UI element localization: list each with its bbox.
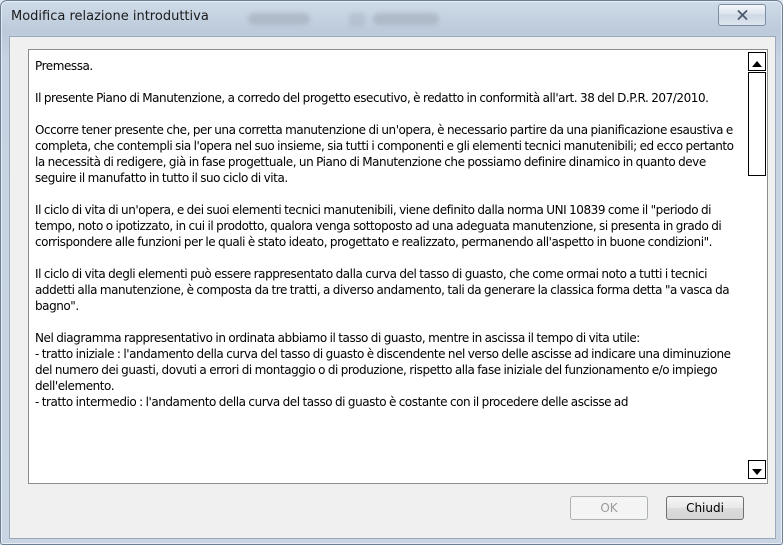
vertical-scrollbar[interactable] <box>747 50 766 483</box>
background-blur <box>248 13 310 25</box>
relazione-text[interactable]: Premessa. Il presente Piano di Manutenzi… <box>35 58 737 410</box>
close-window-button[interactable] <box>718 4 766 26</box>
window-title: Modifica relazione introduttiva <box>11 9 209 24</box>
paragraph: Occorre tener presente che, per una corr… <box>35 123 734 185</box>
scroll-up-button[interactable] <box>748 52 766 71</box>
background-blur <box>349 13 365 27</box>
relazione-textarea[interactable]: Premessa. Il presente Piano di Manutenzi… <box>28 49 768 484</box>
chiudi-button[interactable]: Chiudi <box>666 496 744 520</box>
paragraph: Il presente Piano di Manutenzione, a cor… <box>35 91 709 105</box>
scrollbar-thumb[interactable] <box>748 72 766 176</box>
scroll-down-arrow-icon <box>752 460 762 479</box>
dialog-window: Modifica relazione introduttiva Premessa… <box>0 0 783 545</box>
paragraph: Il ciclo di vita degli elementi può esse… <box>35 267 730 313</box>
close-x-icon <box>737 10 748 20</box>
title-bar[interactable]: Modifica relazione introduttiva <box>1 1 782 35</box>
paragraph: Nel diagramma rappresentativo in ordinat… <box>35 331 731 409</box>
background-blur <box>373 13 439 25</box>
scroll-up-arrow-icon <box>752 52 762 71</box>
scroll-down-button[interactable] <box>748 460 766 479</box>
ok-button[interactable]: OK <box>570 496 648 520</box>
paragraph: Il ciclo di vita di un'opera, e dei suoi… <box>35 203 722 249</box>
paragraph: Premessa. <box>35 59 93 73</box>
dialog-client-area: Premessa. Il presente Piano di Manutenzi… <box>9 36 776 539</box>
